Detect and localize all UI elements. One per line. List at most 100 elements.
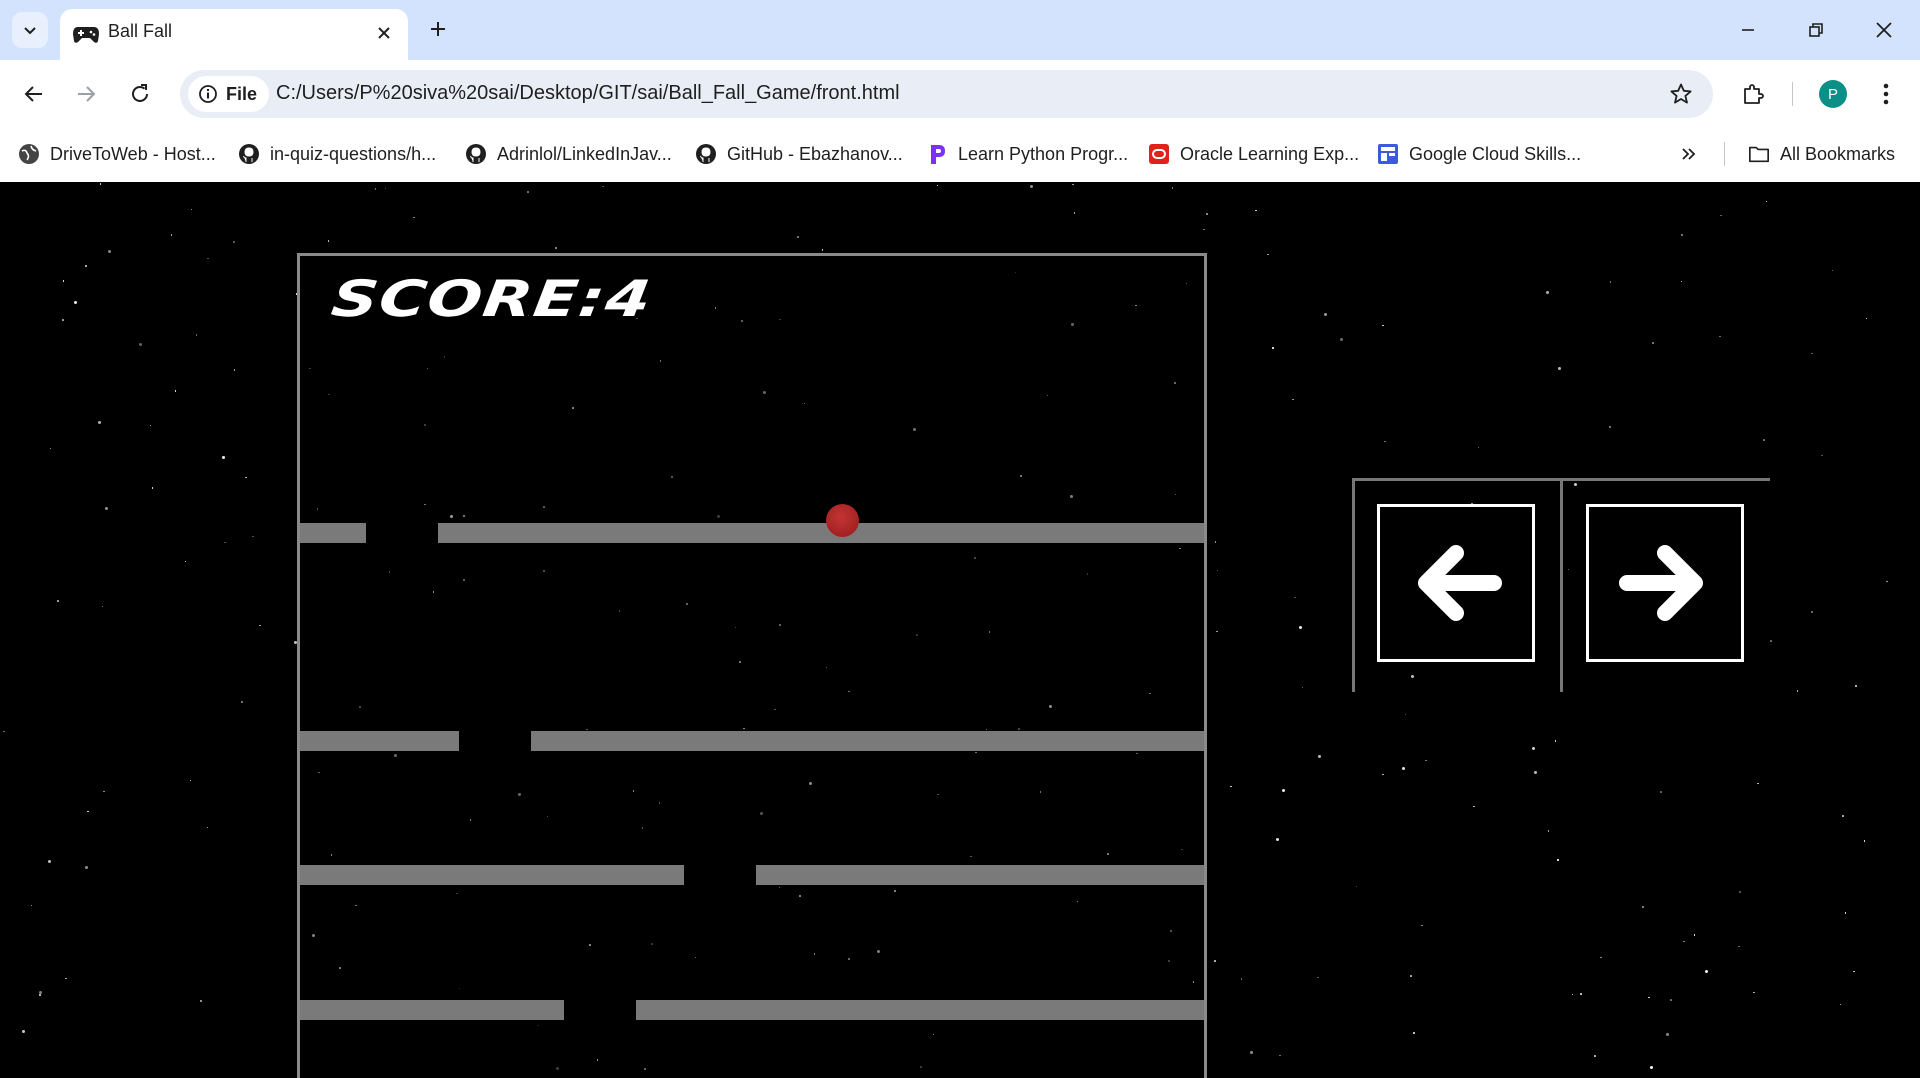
all-bookmarks-button[interactable]: All Bookmarks [1748,140,1895,168]
star-dot [1214,960,1216,962]
star-dot [1580,993,1582,995]
star-dot [245,476,247,479]
controls-panel [1352,478,1770,692]
star-dot [1719,335,1721,338]
move-right-button[interactable] [1586,504,1744,662]
star-dot [1853,970,1855,973]
star-dot [1275,837,1279,841]
star-dot [1171,187,1174,189]
profile-button[interactable]: P [1815,76,1851,112]
star-dot [62,280,65,282]
bookmark-label: Google Cloud Skills... [1409,143,1582,164]
tab-search-button[interactable] [12,12,48,48]
star-dot [3,730,5,733]
bookmark-label: Adrinlol/LinkedInJav... [497,143,672,164]
star-dot [1738,945,1740,948]
github-icon [238,143,260,165]
menu-button[interactable] [1868,76,1904,112]
star-dot [1649,1065,1653,1069]
bookmark-label: in-quiz-questions/h... [270,143,437,164]
chevron-down-icon [24,27,36,35]
star-dot [1323,313,1327,317]
star-dot [1648,996,1650,999]
info-icon [199,85,217,103]
star-dot [1240,978,1243,980]
star-dot [1571,993,1574,996]
star-dot [1693,934,1696,936]
minimize-button[interactable] [1726,12,1770,48]
close-tab-icon[interactable] [372,21,396,45]
star-dot [1230,785,1232,788]
star-dot [1281,789,1285,792]
bookmark-item[interactable]: Adrinlol/LinkedInJav... [465,140,672,168]
navigation-toolbar: File C:/Users/P%20siva%20sai/Desktop/GIT… [0,60,1920,128]
back-button[interactable] [16,76,52,112]
star-dot [797,236,799,238]
new-tab-button[interactable] [424,15,452,43]
star-dot [221,455,225,459]
star-dot [1609,426,1611,428]
tab-strip: Ball Fall [0,0,1920,60]
restore-button[interactable] [1794,12,1838,48]
puzzle-icon [1744,84,1764,104]
star-dot [1739,891,1741,893]
bookmark-item[interactable]: Learn Python Progr... [926,140,1128,168]
star-dot [1298,625,1302,629]
platform-gap [684,865,756,885]
star-dot [1477,446,1480,449]
star-dot [233,241,235,243]
move-left-button[interactable] [1377,504,1535,662]
star-dot [170,234,173,236]
star-dot [48,860,52,864]
star-dot [1757,782,1759,785]
star-dot [1557,366,1561,370]
star-dot [1865,317,1868,320]
platform [300,523,1204,543]
bookmark-item[interactable]: DriveToWeb - Host... [18,140,216,168]
star-dot [1404,713,1407,716]
cloud-skills-icon [1377,143,1399,165]
star-dot [224,541,226,544]
site-info-chip[interactable]: File [188,76,270,112]
star-dot [1665,1033,1669,1037]
p-logo-icon [926,143,948,165]
star-dot [184,560,187,563]
star-dot [1272,347,1274,349]
star-dot [1410,975,1412,977]
star-dot [1317,976,1319,979]
tab-ball-fall[interactable]: Ball Fall [60,9,408,60]
forward-button[interactable] [68,76,104,112]
star-dot [39,994,41,996]
reload-button[interactable] [122,76,158,112]
star-dot [1216,630,1218,633]
extensions-button[interactable] [1735,76,1771,112]
avatar: P [1819,80,1847,108]
more-bookmarks-button[interactable] [1678,140,1700,168]
address-bar[interactable]: File C:/Users/P%20siva%20sai/Desktop/GIT… [180,70,1713,118]
star-dot [241,701,243,703]
star-dot [1839,1003,1842,1006]
star-dot [1533,771,1537,775]
star-dot [99,183,102,185]
star-dot [1355,885,1358,888]
star-dot [1250,1050,1254,1054]
star-dot [555,247,557,249]
bookmark-item[interactable]: in-quiz-questions/h... [238,140,436,168]
star-dot [1831,269,1834,272]
plus-icon [431,22,445,36]
star-dot [139,343,143,347]
bookmark-item[interactable]: Oracle Learning Exp... [1148,140,1359,168]
site-info-label: File [226,83,258,104]
star-dot [1301,686,1304,689]
toolbar-divider [1792,82,1793,106]
bookmark-star-icon[interactable] [1669,82,1693,106]
star-dot [207,257,209,259]
bookmark-item[interactable]: Google Cloud Skills... [1377,140,1581,168]
url-text[interactable]: C:/Users/P%20siva%20sai/Desktop/GIT/sai/… [276,82,900,105]
star-dot [1279,1054,1281,1057]
bookmark-item[interactable]: GitHub - Ebazhanov... [695,140,903,168]
star-dot [21,1029,25,1033]
score-display: SCORE:4 [328,270,656,328]
star-dot [1770,640,1772,642]
close-window-button[interactable] [1862,12,1906,48]
